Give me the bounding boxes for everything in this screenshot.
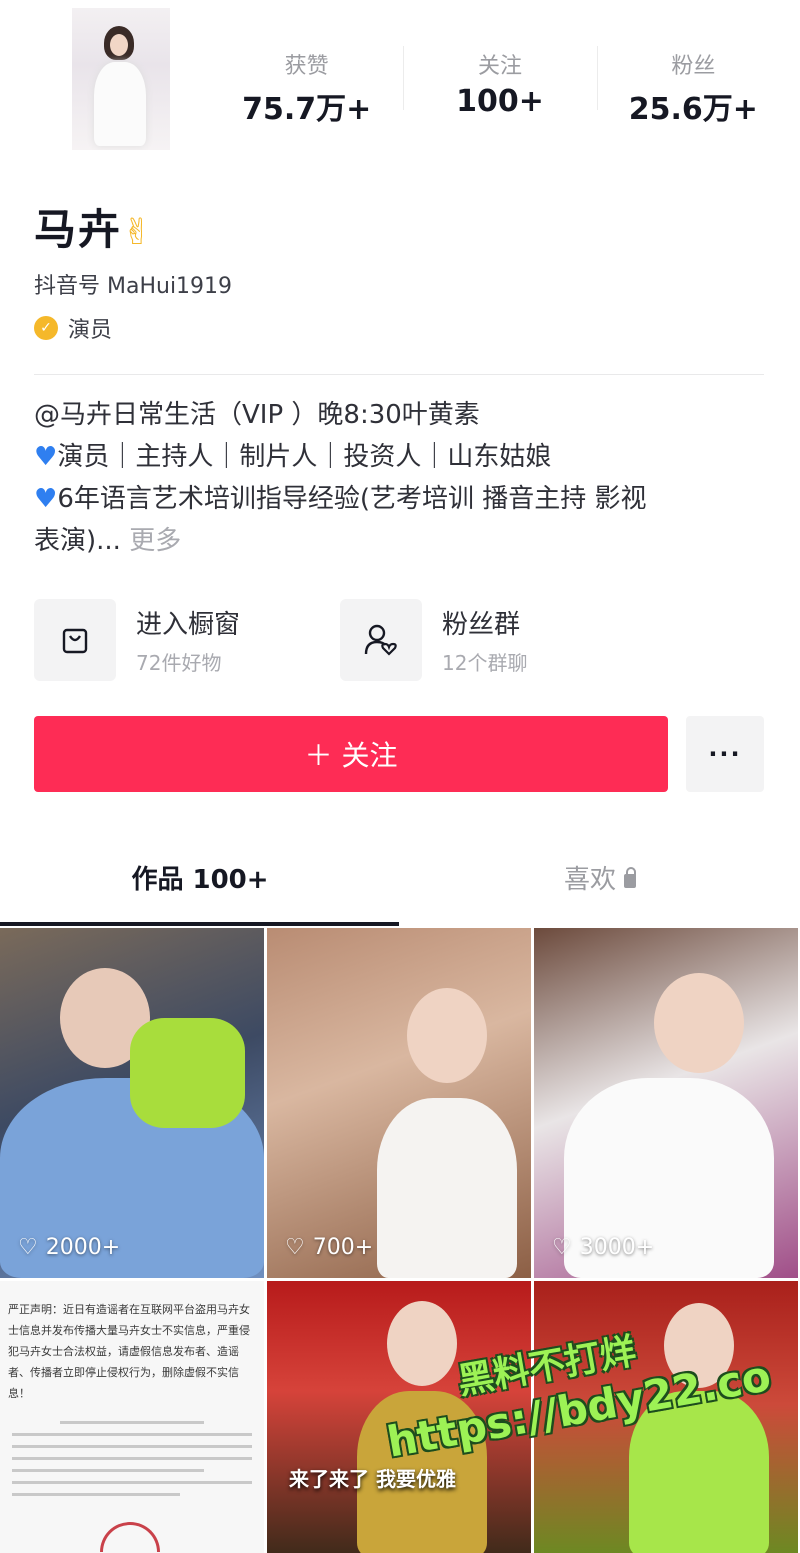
fan-group-icon [340,599,422,681]
red-seal-icon [100,1522,160,1552]
shop-subtitle: 72件好物 [136,651,222,675]
verify-tag: ✓ 演员 [34,312,112,344]
avatar[interactable] [72,8,170,150]
heart-icon: ♡ [18,1235,38,1260]
verified-check-icon: ✓ [34,316,58,340]
fan-group-title: 粉丝群 [442,610,521,640]
video-thumbnail[interactable]: ♡ 700+ [267,928,531,1278]
shop-window-entry[interactable]: 进入橱窗 72件好物 [34,598,340,682]
shop-title: 进入橱窗 [136,610,241,640]
bio-line: @马卉日常生活（VIP ）晚8:30叶黄素 [34,400,480,430]
stats-row: 获赞 75.7万+ 关注 100+ 粉丝 25.6万+ [210,40,790,130]
tab-works[interactable]: 作品 100+ [0,836,400,928]
fan-group-subtitle: 12个群聊 [442,651,528,675]
like-count: ♡ 3000+ [552,1235,654,1260]
content-tabs: 作品 100+ 喜欢 [0,836,800,928]
tab-likes-label: 喜欢 [563,865,616,895]
victory-hand-icon: ✌ [122,212,155,253]
video-caption: 来了来了 我要优雅 [289,1467,456,1491]
shopping-bag-icon [34,599,116,681]
bio-line-3: ♥6年语言艺术培训指导经验(艺考培训 播音主持 影视 [34,478,764,520]
stat-likes[interactable]: 获赞 75.7万+ [210,40,403,130]
profile-name-text: 马卉 [34,205,123,254]
person-body [377,1098,517,1278]
action-row: 进入橱窗 72件好物 粉丝群 12个群聊 [34,598,764,682]
like-count-text: 2000+ [45,1235,121,1260]
lock-icon [624,866,636,888]
follow-button[interactable]: ＋ 关注 [34,716,668,792]
doc-line [60,1421,204,1424]
like-count: ♡ 2000+ [18,1235,120,1260]
doc-line [12,1469,204,1472]
stat-following[interactable]: 关注 100+ [403,40,596,130]
bio[interactable]: @马卉日常生活（VIP ）晚8:30叶黄素 ♥演员｜主持人｜制片人｜投资人｜山东… [34,394,764,562]
stat-label: 粉丝 [671,54,716,79]
bio-line-4: 表演)... 更多 [34,520,764,562]
tab-underline [0,922,399,926]
bio-line-text: 6年语言艺术培训指导经验(艺考培训 播音主持 影视 [57,484,647,514]
video-thumbnail[interactable]: ♡ 3000+ [534,928,798,1278]
tab-works-label: 作品 100+ [131,865,269,895]
video-thumbnail[interactable]: ♡ 2000+ [0,928,264,1278]
like-count-text: 700+ [312,1235,374,1260]
fan-group-entry[interactable]: 粉丝群 12个群聊 [340,598,646,682]
doc-line [12,1481,252,1484]
avatar-face [110,34,128,56]
bio-line-text: 演员｜主持人｜制片人｜投资人｜山东姑娘 [57,442,552,472]
verify-label: 演员 [68,318,113,343]
doc-line [12,1445,252,1448]
bio-line-text: 表演)... [34,526,121,556]
profile-header: 获赞 75.7万+ 关注 100+ 粉丝 25.6万+ [0,0,800,170]
divider [34,374,764,375]
doc-line [12,1433,252,1436]
stat-value: 25.6万+ [628,92,758,128]
blue-heart-icon: ♥ [34,484,58,514]
heart-icon: ♡ [285,1235,305,1260]
heart-icon: ♡ [552,1235,572,1260]
stat-value: 75.7万+ [242,92,372,128]
notice-lines [12,1421,252,1505]
blue-heart-icon: ♥ [34,442,58,472]
green-package [130,1018,245,1128]
like-count: ♡ 700+ [285,1235,373,1260]
avatar-dress [94,62,146,146]
stat-label: 关注 [477,54,522,79]
stat-value: 100+ [456,84,544,120]
douyin-id: 抖音号 MaHui1919 [34,274,233,299]
doc-line [12,1493,180,1496]
more-options-button[interactable]: ··· [686,716,764,792]
bio-line-2: ♥演员｜主持人｜制片人｜投资人｜山东姑娘 [34,436,764,478]
profile-name: 马卉✌ [34,196,154,257]
stat-followers[interactable]: 粉丝 25.6万+ [596,40,790,130]
bio-more-link[interactable]: 更多 [129,526,181,556]
doc-line [12,1457,252,1460]
person-head [407,988,487,1083]
like-count-text: 3000+ [579,1235,655,1260]
notice-text: 严正声明：近日有造谣者在互联网平台盗用马卉女士信息并发布传播大量马卉女士不实信息… [8,1303,250,1400]
tab-likes[interactable]: 喜欢 [400,836,800,928]
person-head [654,973,744,1073]
video-thumbnail-notice[interactable]: 严正声明：近日有造谣者在互联网平台盗用马卉女士信息并发布传播大量马卉女士不实信息… [0,1281,264,1553]
stat-label: 获赞 [284,54,329,79]
